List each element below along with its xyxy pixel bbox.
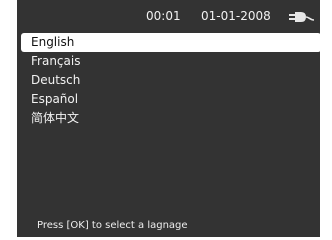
language-label: English	[31, 35, 75, 49]
footer-hint: Press [OK] to select a lagnage	[37, 220, 188, 231]
language-label: 简体中文	[31, 111, 80, 125]
language-item-francais[interactable]: Français	[21, 52, 320, 71]
language-item-english[interactable]: English	[21, 33, 320, 52]
clock-time: 00:01	[146, 9, 181, 23]
language-item-deutsch[interactable]: Deutsch	[21, 71, 320, 90]
device-screen: 00:01 01-01-2008 English Français Deutsc…	[17, 0, 320, 237]
plug-icon	[289, 9, 315, 23]
clock-date: 01-01-2008	[201, 9, 271, 23]
language-label: Español	[31, 92, 79, 106]
language-list: English Français Deutsch Español 简体中文	[21, 33, 320, 128]
language-item-espanol[interactable]: Español	[21, 90, 320, 109]
language-label: Français	[31, 54, 81, 68]
status-bar: 00:01 01-01-2008	[17, 0, 320, 32]
language-label: Deutsch	[31, 73, 81, 87]
language-item-chinese-simplified[interactable]: 简体中文	[21, 109, 320, 128]
